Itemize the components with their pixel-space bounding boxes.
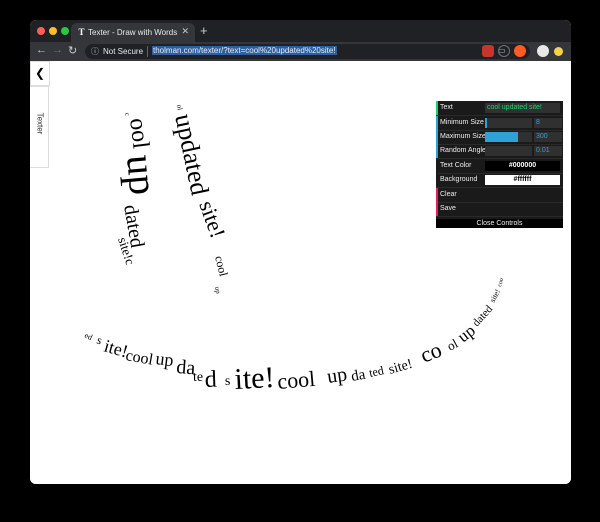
row-edge (436, 188, 438, 202)
drawn-text-stroke: up (213, 286, 222, 295)
control-random-angle: Random Angle 0.01 (436, 144, 563, 159)
drawn-text-stroke: ed (83, 331, 94, 342)
min-size-fill (485, 118, 487, 128)
maximize-window-button[interactable] (61, 27, 69, 35)
min-size-slider[interactable] (485, 118, 532, 128)
row-edge (436, 101, 438, 115)
row-edge (436, 159, 438, 173)
random-angle-value[interactable]: 0.01 (534, 146, 562, 156)
drawn-text-stroke: coo (497, 278, 505, 288)
clear-label: Clear (440, 191, 457, 198)
drawn-text-stroke: s (225, 374, 231, 389)
drawn-text-stroke: dated (470, 303, 495, 329)
control-text: Text cool updated site! (436, 101, 563, 116)
control-label: Text (440, 104, 453, 111)
info-icon[interactable]: ⓘ (91, 46, 99, 57)
new-tab-icon[interactable]: + (200, 23, 208, 38)
row-edge (436, 130, 438, 144)
url-text[interactable]: tholman.com/texter/?text=cool%20updated%… (152, 46, 337, 55)
drawn-text-stroke: updated (169, 111, 214, 198)
drawn-text-stroke: up (326, 363, 349, 388)
random-angle-slider[interactable] (485, 146, 532, 156)
drawn-text-stroke: d (204, 367, 217, 393)
drawn-text-stroke: cool (124, 347, 155, 369)
clear-button[interactable]: Clear (436, 188, 563, 203)
extension-plus-icon[interactable] (514, 45, 526, 57)
drawn-text-stroke: up (155, 348, 175, 370)
drawn-text-stroke: s (95, 333, 104, 348)
divider (147, 46, 148, 57)
tab-texter[interactable]: T Texter - Draw with Words ✕ (71, 23, 195, 42)
row-edge (436, 144, 438, 158)
drawn-text-stroke: cool (276, 366, 316, 394)
minimize-window-button[interactable] (49, 27, 57, 35)
texter-side-tab[interactable]: Texter (30, 86, 49, 168)
address-bar[interactable]: ⓘ Not Secure tholman.com/texter/?text=co… (85, 44, 530, 59)
background-color-swatch[interactable]: #ffffff (485, 175, 560, 185)
chevron-left-icon: ❮ (34, 66, 46, 80)
text-input[interactable]: cool updated site! (485, 103, 560, 113)
drawn-text-stroke: te (193, 370, 203, 385)
texter-label: Texter (35, 112, 45, 135)
tab-title: Texter - Draw with Words (88, 28, 178, 37)
browser-toolbar: ← → ↻ ⓘ Not Secure tholman.com/texter/?t… (30, 42, 571, 61)
control-max-size: Maximum Size 300 (436, 130, 563, 145)
extension-dot-icon[interactable] (554, 47, 563, 56)
tab-bar: T Texter - Draw with Words ✕ + (30, 20, 571, 42)
favicon-icon: T (78, 27, 85, 37)
drawn-text-stroke: ol (175, 104, 184, 111)
control-min-size: Minimum Size 8 (436, 116, 563, 131)
control-label: Text Color (440, 162, 472, 169)
collapse-sidebar-button[interactable]: ❮ (30, 61, 50, 86)
control-label: Maximum Size (440, 133, 486, 140)
control-label: Minimum Size (440, 119, 484, 126)
security-label: Not Secure (103, 47, 144, 56)
text-color-swatch[interactable]: #000000 (485, 161, 560, 171)
drawn-text-stroke: site! (488, 288, 502, 304)
profile-avatar[interactable] (537, 45, 549, 57)
drawn-text-stroke: co (417, 337, 446, 368)
row-edge (436, 116, 438, 130)
reload-icon[interactable]: ↻ (68, 44, 77, 57)
min-size-value[interactable]: 8 (534, 118, 562, 128)
save-label: Save (440, 205, 456, 212)
drawn-text-stroke: cool (212, 254, 231, 278)
control-label: Background (440, 176, 478, 183)
drawn-text-stroke: up (118, 153, 166, 197)
max-size-value[interactable]: 300 (534, 132, 562, 142)
drawn-text-stroke: site! (194, 197, 230, 241)
control-text-color: Text Color #000000 (436, 159, 563, 174)
drawn-text-stroke: ool (124, 117, 154, 151)
close-controls-button[interactable]: Close Controls (436, 219, 563, 228)
drawn-text-stroke: ted (368, 363, 385, 380)
back-arrow-icon[interactable]: ← (36, 44, 47, 56)
max-size-fill (485, 132, 518, 142)
close-tab-icon[interactable]: ✕ (181, 26, 189, 37)
page-content[interactable]: c ool up dated site!c ol updated site! c… (30, 61, 571, 484)
drawn-text-stroke: c (123, 112, 131, 116)
extension-icon[interactable] (482, 45, 494, 57)
row-edge (436, 202, 438, 216)
extension-circle-icon[interactable] (498, 45, 510, 57)
control-background: Background #ffffff (436, 173, 563, 188)
save-button[interactable]: Save (436, 202, 563, 217)
control-label: Random Angle (440, 147, 486, 154)
drawn-text-stroke: site! (387, 357, 414, 378)
controls-panel: Text cool updated site! Minimum Size 8 M… (436, 101, 563, 228)
drawn-text-stroke: ite! (234, 361, 276, 396)
browser-window: T Texter - Draw with Words ✕ + ← → ↻ ⓘ N… (30, 20, 571, 484)
row-edge (436, 173, 438, 187)
forward-arrow-icon[interactable]: → (52, 44, 63, 56)
drawn-text-stroke: da (350, 367, 367, 385)
close-window-button[interactable] (37, 27, 45, 35)
